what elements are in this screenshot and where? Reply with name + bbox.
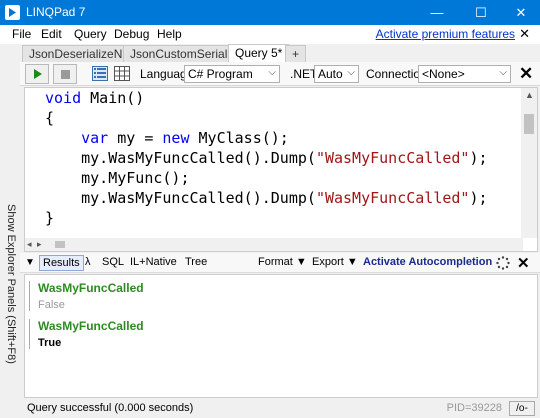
- scroll-left-icon[interactable]: ◂: [27, 239, 32, 250]
- scroll-up-icon[interactable]: ▲: [525, 90, 534, 100]
- run-query-button[interactable]: [25, 64, 49, 84]
- code-line[interactable]: my.WasMyFuncCalled().Dump("WasMyFuncCall…: [45, 148, 488, 168]
- code-keyword: var: [81, 129, 109, 147]
- activate-autocompletion-link[interactable]: Activate Autocompletion: [363, 256, 492, 268]
- dropdown-arrow-icon: ▼: [346, 256, 358, 268]
- code-token: Main(): [81, 89, 145, 107]
- language-dropdown[interactable]: C# Program ⌵: [184, 65, 280, 83]
- explorer-sidebar[interactable]: Show Explorer Panels (Shift+F8): [0, 44, 20, 418]
- code-keyword: new: [162, 129, 190, 147]
- optimization-toggle[interactable]: /o-: [509, 401, 535, 416]
- export-menu[interactable]: Export ▼: [312, 256, 358, 268]
- connection-dropdown[interactable]: <None> ⌵: [418, 65, 511, 83]
- chevron-down-icon: ⌵: [268, 67, 276, 78]
- dropdown-arrow-icon: ▼: [295, 256, 307, 268]
- code-line[interactable]: {: [45, 108, 488, 128]
- code-keyword: void: [45, 89, 82, 107]
- chevron-down-icon: ⌵: [347, 67, 355, 78]
- code-line[interactable]: my.WasMyFuncCalled().Dump("WasMyFuncCall…: [45, 188, 488, 208]
- scrollbar-thumb[interactable]: [524, 114, 534, 134]
- code-token: my =: [108, 129, 163, 147]
- query-status: Query successful (0.000 seconds): [27, 402, 194, 414]
- menu-query[interactable]: Query: [74, 27, 107, 41]
- show-explorer-panels-label[interactable]: Show Explorer Panels (Shift+F8): [3, 204, 17, 364]
- tab-il-native[interactable]: IL+Native: [130, 256, 177, 268]
- code-string: "WasMyFuncCalled": [315, 149, 470, 167]
- title-bar: LINQPad 7 — ☐ ✕: [0, 0, 540, 25]
- code-line[interactable]: my.MyFunc();: [45, 168, 488, 188]
- result-value: False: [38, 299, 65, 311]
- scrollbar-thumb[interactable]: [55, 241, 65, 248]
- code-token: my.WasMyFuncCalled().Dump(: [45, 189, 316, 207]
- tab-sql[interactable]: SQL: [102, 256, 124, 268]
- collapse-results-icon[interactable]: ▼: [25, 257, 35, 268]
- status-bar: Query successful (0.000 seconds) PID=392…: [20, 398, 540, 418]
- stop-query-button[interactable]: [53, 64, 77, 84]
- format-menu[interactable]: Format ▼: [258, 256, 307, 268]
- language-value: C# Program: [188, 67, 253, 81]
- results-toolbar: ▼ Results λ SQL IL+Native Tree Format ▼ …: [20, 253, 540, 273]
- maximize-button[interactable]: ☐: [462, 0, 500, 25]
- menu-file[interactable]: File: [12, 27, 31, 41]
- window-title: LINQPad 7: [26, 5, 86, 19]
- new-tab-button[interactable]: +: [285, 45, 307, 62]
- dotnet-version-value: Auto: [318, 67, 343, 81]
- dotnet-version-dropdown[interactable]: Auto ⌵: [314, 65, 359, 83]
- code-token: );: [469, 189, 488, 207]
- minimize-button[interactable]: —: [418, 0, 456, 25]
- code-line[interactable]: }: [45, 208, 488, 228]
- menu-debug[interactable]: Debug: [114, 27, 149, 41]
- menu-help[interactable]: Help: [157, 27, 182, 41]
- spinner-icon: [496, 256, 510, 270]
- code-editor[interactable]: void Main(){ var my = new MyClass(); my.…: [24, 87, 538, 252]
- result-block: WasMyFuncCalled True: [29, 319, 144, 349]
- activate-premium-link[interactable]: Activate premium features: [376, 27, 515, 41]
- code-token: my.MyFunc();: [45, 169, 190, 187]
- query-toolbar: Language C# Program ⌵ .NET Auto ⌵ Connec…: [20, 62, 540, 86]
- code-string: "WasMyFuncCalled": [315, 189, 470, 207]
- export-label: Export: [312, 256, 344, 268]
- format-label: Format: [258, 256, 293, 268]
- linqpad-app-icon: [5, 5, 20, 20]
- rich-text-results-icon[interactable]: [92, 66, 108, 81]
- data-grid-results-icon[interactable]: [114, 66, 130, 81]
- menu-edit[interactable]: Edit: [41, 27, 62, 41]
- connection-value: <None>: [422, 67, 465, 81]
- code-token: {: [45, 109, 55, 127]
- menu-close-icon[interactable]: ✕: [519, 26, 530, 42]
- code-token: my.WasMyFuncCalled().Dump(: [45, 149, 316, 167]
- scroll-right-icon[interactable]: ▸: [37, 239, 42, 250]
- code-token: }: [45, 209, 55, 227]
- chevron-down-icon: ⌵: [499, 67, 507, 78]
- result-value: True: [38, 337, 62, 349]
- tab-tree[interactable]: Tree: [185, 256, 207, 268]
- query-tabs: JsonDeserializeNull* JsonCustomSerialize…: [20, 44, 540, 63]
- tab-results[interactable]: Results: [39, 255, 84, 271]
- menu-bar: File Edit Query Debug Help Activate prem…: [0, 25, 540, 44]
- process-id: PID=39228: [446, 402, 502, 414]
- editor-vertical-scrollbar[interactable]: ▲: [521, 88, 537, 238]
- close-query-icon[interactable]: ✕: [519, 64, 533, 84]
- result-header: WasMyFuncCalled: [38, 281, 144, 295]
- window-close-button[interactable]: ✕: [502, 0, 540, 25]
- code-line[interactable]: var my = new MyClass();: [45, 128, 488, 148]
- result-header: WasMyFuncCalled: [38, 319, 144, 333]
- tab-lambda[interactable]: λ: [85, 256, 91, 268]
- editor-horizontal-scrollbar[interactable]: ◂ ▸: [25, 238, 523, 251]
- results-panel: WasMyFuncCalled False WasMyFuncCalled Tr…: [24, 274, 538, 398]
- tab-query-5[interactable]: Query 5*: [228, 44, 290, 63]
- code-token: MyClass();: [189, 129, 289, 147]
- close-results-icon[interactable]: ✕: [517, 254, 530, 272]
- code-line[interactable]: void Main(): [45, 88, 488, 108]
- code-token: );: [469, 149, 488, 167]
- code-text[interactable]: void Main(){ var my = new MyClass(); my.…: [45, 88, 488, 228]
- result-block: WasMyFuncCalled False: [29, 281, 144, 311]
